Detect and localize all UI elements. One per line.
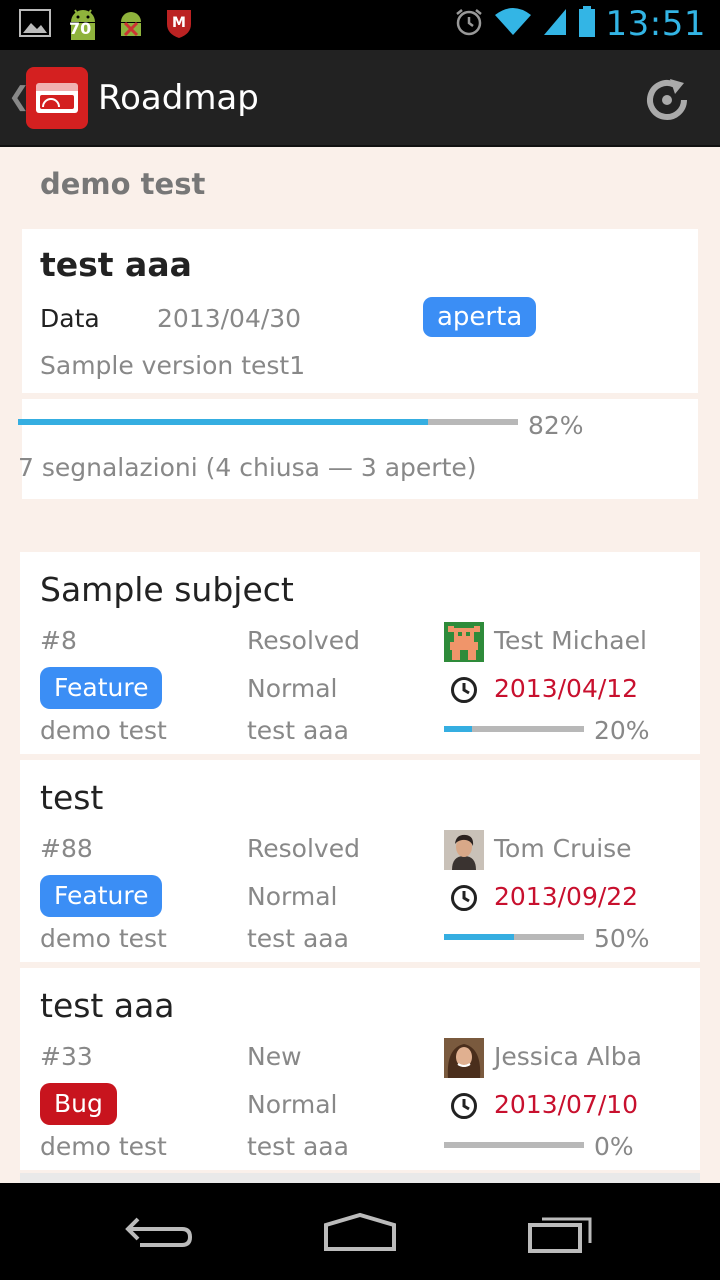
issue-card[interactable]: test #88 Resolved Tom Cruise Feature Nor… <box>20 760 700 962</box>
issue-status: Resolved <box>247 626 360 655</box>
tracker-badge: Bug <box>40 1083 117 1125</box>
issue-progress-fill <box>444 726 472 732</box>
clock-time: 13:51 <box>605 4 706 44</box>
issue-project: demo test <box>40 716 167 745</box>
issue-assignee: Jessica Alba <box>494 1042 642 1071</box>
version-progress-fill <box>18 419 428 425</box>
status-bar: 70 M 13:51 <box>0 0 720 50</box>
mcafee-icon: M <box>162 6 196 40</box>
issue-priority: Normal <box>247 882 338 911</box>
issue-progress-percent: 50% <box>594 924 650 953</box>
issue-priority: Normal <box>247 674 338 703</box>
issue-card[interactable]: test aaa #33 New Jessica Alba Bug Normal… <box>20 968 700 1170</box>
tracker-badge: Feature <box>40 875 163 917</box>
app-logo-icon[interactable] <box>26 67 88 129</box>
recent-apps-icon[interactable] <box>522 1209 602 1255</box>
image-icon <box>18 6 52 40</box>
issue-id: #33 <box>40 1042 93 1071</box>
issue-status: New <box>247 1042 302 1071</box>
action-bar: ❮ Roadmap <box>0 50 720 147</box>
issue-version: test aaa <box>247 924 349 953</box>
issue-priority: Normal <box>247 1090 338 1119</box>
issue-progress-percent: 0% <box>594 1132 634 1161</box>
issue-assignee: Test Michael <box>494 626 647 655</box>
clock-icon <box>450 884 478 912</box>
version-progress-card <box>22 399 698 499</box>
clock-icon <box>450 1092 478 1120</box>
assignee-avatar <box>444 622 484 662</box>
tracker-badge: Feature <box>40 667 163 709</box>
issue-status: Resolved <box>247 834 360 863</box>
issue-subject: Sample subject <box>40 570 294 609</box>
next-card-edge <box>20 1173 700 1183</box>
version-date-label: Data <box>40 304 100 333</box>
android-blocked-icon <box>114 6 148 40</box>
roadmap-content[interactable]: demo test test aaa Data 2013/04/30 apert… <box>0 147 720 1183</box>
navigation-bar <box>0 1183 720 1280</box>
back-icon[interactable] <box>120 1209 200 1255</box>
version-name: test aaa <box>40 245 192 284</box>
assignee-avatar <box>444 830 484 870</box>
issue-progress-bar <box>444 1142 584 1148</box>
android-update-icon: 70 <box>66 6 100 40</box>
issue-project: demo test <box>40 924 167 953</box>
version-issue-summary: 7 segnalazioni (4 chiusa — 3 aperte) <box>18 453 477 482</box>
refresh-icon[interactable] <box>644 77 690 123</box>
issue-due-date: 2013/07/10 <box>494 1090 639 1119</box>
issue-due-date: 2013/09/22 <box>494 882 639 911</box>
issue-due-date: 2013/04/12 <box>494 674 639 703</box>
project-title: demo test <box>40 167 206 201</box>
issue-id: #88 <box>40 834 93 863</box>
issue-progress-bar <box>444 934 584 940</box>
home-icon[interactable] <box>320 1209 400 1255</box>
version-progress-bar <box>18 419 518 425</box>
alarm-icon <box>454 7 484 41</box>
svg-text:M: M <box>172 15 186 31</box>
version-progress-percent: 82% <box>528 411 584 440</box>
issue-subject: test <box>40 778 104 817</box>
issue-project: demo test <box>40 1132 167 1161</box>
issue-id: #8 <box>40 626 77 655</box>
update-count-badge: 70 <box>69 19 92 38</box>
issue-version: test aaa <box>247 1132 349 1161</box>
version-description: Sample version test1 <box>40 351 306 380</box>
issue-version: test aaa <box>247 716 349 745</box>
issue-assignee: Tom Cruise <box>494 834 632 863</box>
version-status-badge: aperta <box>423 297 537 337</box>
version-card[interactable]: test aaa Data 2013/04/30 aperta Sample v… <box>22 229 698 393</box>
issue-card[interactable]: Sample subject #8 Resolved Test Michael … <box>20 552 700 754</box>
issue-subject: test aaa <box>40 986 175 1025</box>
page-title: Roadmap <box>98 78 259 118</box>
battery-icon <box>578 6 596 42</box>
version-date: 2013/04/30 <box>157 304 302 333</box>
issue-progress-percent: 20% <box>594 716 650 745</box>
issue-progress-bar <box>444 726 584 732</box>
wifi-icon <box>494 7 532 41</box>
signal-icon <box>542 7 568 41</box>
clock-icon <box>450 676 478 704</box>
assignee-avatar <box>444 1038 484 1078</box>
issue-progress-fill <box>444 934 514 940</box>
